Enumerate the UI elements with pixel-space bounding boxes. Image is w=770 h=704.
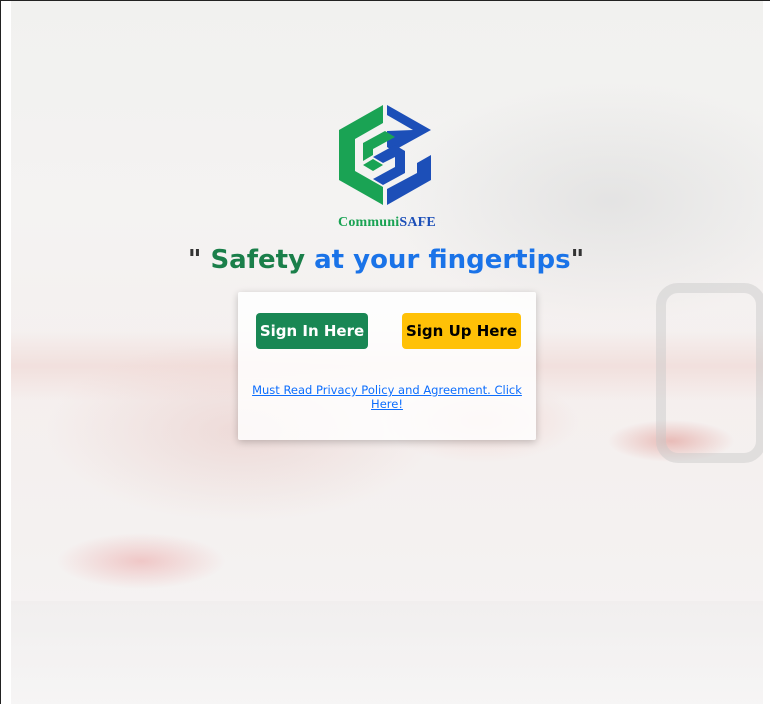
background-light <box>656 283 766 463</box>
sign-up-button[interactable]: Sign Up Here <box>402 313 521 349</box>
scrollbar-gutter <box>763 1 770 704</box>
tagline-open-quote: " <box>187 245 211 275</box>
tagline: " Safety at your fingertips" <box>1 245 770 275</box>
page: CommuniSAFE " Safety at your fingertips"… <box>0 0 770 704</box>
brand-name: CommuniSAFE <box>301 215 473 231</box>
brand-name-part1: Communi <box>338 215 400 230</box>
sign-in-button[interactable]: Sign In Here <box>256 313 368 349</box>
tagline-rest: at your fingertips <box>305 245 571 275</box>
brand-name-part2: SAFE <box>399 215 436 230</box>
background-floor <box>11 601 763 704</box>
tagline-close-quote: " <box>570 245 585 275</box>
privacy-policy-link[interactable]: Must Read Privacy Policy and Agreement. … <box>238 383 536 411</box>
auth-card: Sign In Here Sign Up Here Must Read Priv… <box>238 292 536 440</box>
tagline-safety: Safety <box>210 245 306 275</box>
